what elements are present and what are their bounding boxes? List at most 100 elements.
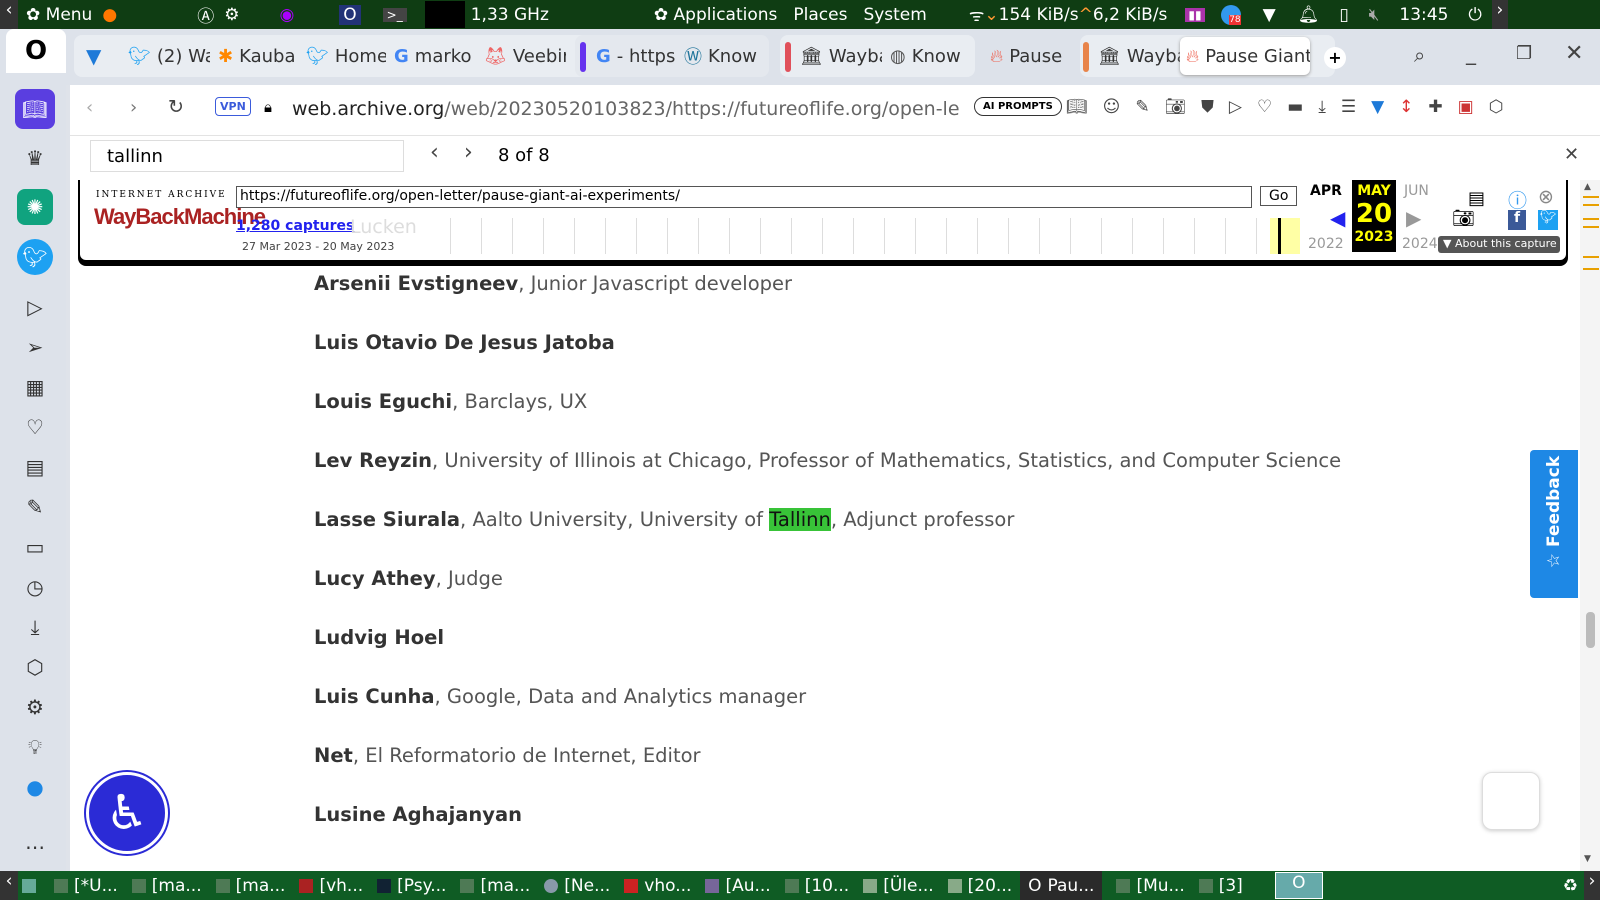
firefox-icon[interactable]: ●	[102, 5, 117, 25]
scroll-up-arrow[interactable]: ▲	[1584, 182, 1591, 192]
extension-icon[interactable]: ▣	[1458, 97, 1489, 117]
taskbar-item[interactable]: [Ne...	[544, 876, 610, 896]
tab[interactable]: 🏛︎Wayba	[1092, 37, 1180, 75]
facebook-icon[interactable]: f	[1508, 210, 1526, 230]
chatgpt-icon[interactable]: ✺	[17, 189, 53, 225]
url-field[interactable]: web.archive.org/web/20230520103823/https…	[292, 98, 960, 120]
find-prev-button[interactable]: ‹	[430, 140, 439, 165]
feedback-button[interactable]: ☆ Feedback	[1530, 450, 1578, 598]
find-input[interactable]: tallinn	[90, 140, 404, 172]
close-window-button[interactable]: ✕	[1565, 41, 1583, 66]
reload-button[interactable]: ↻	[168, 96, 184, 118]
about-capture-button[interactable]: ▼ About this capture	[1438, 236, 1560, 253]
lock-icon[interactable]: 🔒︎	[264, 98, 272, 116]
cube-icon[interactable]: ⬡	[1489, 97, 1519, 117]
tab[interactable]: ✱ Kauba	[212, 37, 298, 75]
camera-icon[interactable]: 📷︎	[1165, 97, 1202, 117]
current-year-sparkline[interactable]	[1270, 218, 1300, 254]
volume-muted-icon[interactable]: 🔇︎	[1369, 5, 1380, 25]
captures-link[interactable]: 1,280 captures	[236, 218, 354, 234]
power-icon[interactable]: ⏻	[1468, 5, 1481, 25]
extension-icon[interactable]: ▼	[1371, 97, 1399, 117]
taskbar-item[interactable]: [ma...	[131, 876, 202, 896]
tor-icon[interactable]: ◉	[279, 5, 294, 25]
menu-button[interactable]: ✿ Menu	[26, 5, 92, 25]
taskbar-right-arrow[interactable]: ›	[1584, 871, 1600, 900]
scroll-down-arrow[interactable]: ▼	[1584, 854, 1591, 864]
tab-active[interactable]: 🔥︎ Pause Giant	[1180, 37, 1310, 75]
taskbar-item[interactable]: [Psy...	[377, 876, 446, 896]
next-year[interactable]: 2024	[1402, 236, 1438, 252]
extension-icon[interactable]: ↕	[1399, 97, 1428, 117]
send-icon[interactable]: ➢	[17, 329, 53, 365]
battery-saver-icon[interactable]: ▬	[1287, 97, 1318, 117]
taskbar-item[interactable]: [Üle...	[863, 876, 934, 896]
accessibility-app-icon[interactable]: Ⓐ	[197, 2, 214, 27]
heart-icon[interactable]: ♡	[1257, 97, 1287, 117]
taskbar-item[interactable]: [ma...	[460, 876, 530, 896]
wayback-go-button[interactable]: Go	[1260, 186, 1298, 206]
tab[interactable]: 🏛︎Wayba	[794, 37, 882, 75]
next-month[interactable]: JUN	[1404, 183, 1429, 199]
page-scrollbar[interactable]: ▲ ▼	[1580, 180, 1600, 871]
edit-icon[interactable]: ✎	[1135, 97, 1164, 117]
prev-month[interactable]: APR	[1310, 183, 1342, 199]
scroll-thumb[interactable]	[1586, 612, 1595, 648]
reader-icon[interactable]: 📖︎	[1066, 97, 1103, 117]
taskbar-item[interactable]: [ma...	[215, 876, 285, 896]
back-button[interactable]: ‹	[86, 97, 93, 118]
shield-icon[interactable]: ⛊	[1201, 97, 1229, 117]
taskbar-item[interactable]: [Mu...	[1116, 876, 1185, 896]
terminal-icon[interactable]: >_	[382, 7, 407, 22]
workspace-switcher[interactable]: O	[1274, 872, 1323, 899]
send-icon[interactable]: ▷	[1229, 97, 1257, 117]
tab[interactable]: Gmarko	[388, 37, 476, 75]
system-menu[interactable]: System	[863, 5, 926, 25]
pinned-tab[interactable]: ▼	[80, 37, 112, 75]
settings-icon[interactable]: ⚙	[17, 689, 53, 725]
opera-icon[interactable]: O	[339, 4, 361, 25]
crown-icon[interactable]: ♛	[17, 140, 53, 176]
tab[interactable]: 🐦︎ Home	[300, 37, 386, 75]
find-next-button[interactable]: ›	[464, 140, 473, 165]
more-icon[interactable]: ⋯	[17, 829, 53, 865]
tab[interactable]: Ⓦ Know	[678, 37, 768, 75]
extensions-icon[interactable]: ⬡	[17, 649, 53, 685]
tips-icon[interactable]: 💡︎	[17, 729, 53, 765]
gears-icon[interactable]: ⚙	[224, 5, 239, 25]
show-desktop-icon[interactable]	[22, 878, 36, 893]
panel-left-arrow[interactable]: ‹	[0, 0, 18, 29]
reading-list-icon[interactable]: 📖︎	[15, 89, 55, 129]
taskbar-item-active[interactable]: O Pau...	[1020, 871, 1103, 900]
chat-icon[interactable]: ●	[17, 769, 53, 805]
close-wayback-icon[interactable]: ⊗	[1538, 186, 1554, 208]
notifier-icon[interactable]: 78	[1220, 4, 1241, 25]
snapshot-icon[interactable]: ✎	[17, 489, 53, 525]
history-icon[interactable]: ◷	[17, 569, 53, 605]
taskbar-item[interactable]: [vh...	[299, 876, 363, 896]
panel-right-arrow[interactable]: ›	[1491, 0, 1508, 29]
tab[interactable]: G- https	[590, 37, 676, 75]
new-tab-button[interactable]: +	[1324, 47, 1346, 69]
tab[interactable]: 🐦︎ (2) Wa	[122, 37, 210, 75]
places-menu[interactable]: Places	[793, 5, 847, 25]
clock[interactable]: 13:45	[1399, 5, 1448, 25]
taskbar-left-arrow[interactable]: ‹	[0, 871, 18, 900]
capture-sparkline[interactable]	[420, 218, 1270, 254]
audio-app-icon[interactable]: ▮▮	[1185, 7, 1205, 22]
notifications-icon[interactable]: 🔔︎	[1298, 5, 1320, 25]
tab[interactable]: ◍ Know	[884, 37, 974, 75]
heart-icon[interactable]: ♡	[17, 409, 53, 445]
twitter-icon[interactable]: 🐦︎	[17, 239, 53, 275]
tabs-icon[interactable]: ▭	[17, 529, 53, 565]
accessibility-button[interactable]: ♿︎	[86, 772, 168, 854]
next-capture-arrow[interactable]: ▶	[1406, 206, 1421, 230]
easy-setup-icon[interactable]: ☰	[1341, 97, 1371, 117]
tab[interactable]: 🔥︎ Pause	[984, 37, 1074, 75]
screenshot-icon[interactable]: 📷︎	[1452, 208, 1475, 229]
search-tabs-icon[interactable]: ⌕	[1414, 43, 1425, 67]
twitter-share-icon[interactable]: 🐦︎	[1538, 210, 1558, 230]
vpn-badge[interactable]: VPN	[215, 97, 251, 116]
taskbar-item[interactable]: [10...	[784, 876, 849, 896]
chat-widget-button[interactable]	[1482, 772, 1540, 830]
